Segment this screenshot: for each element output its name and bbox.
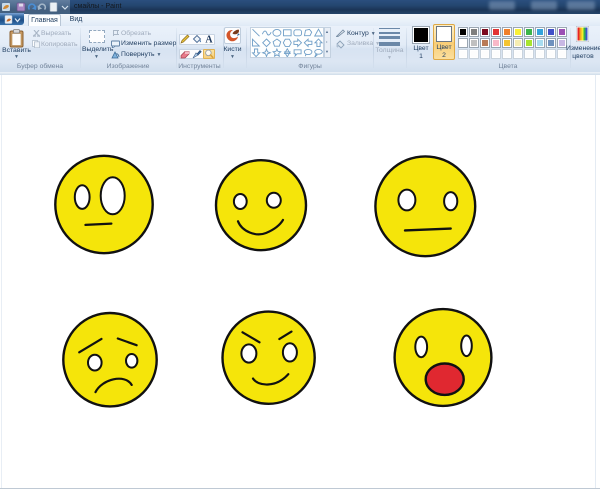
svg-text:A: A <box>205 35 213 44</box>
